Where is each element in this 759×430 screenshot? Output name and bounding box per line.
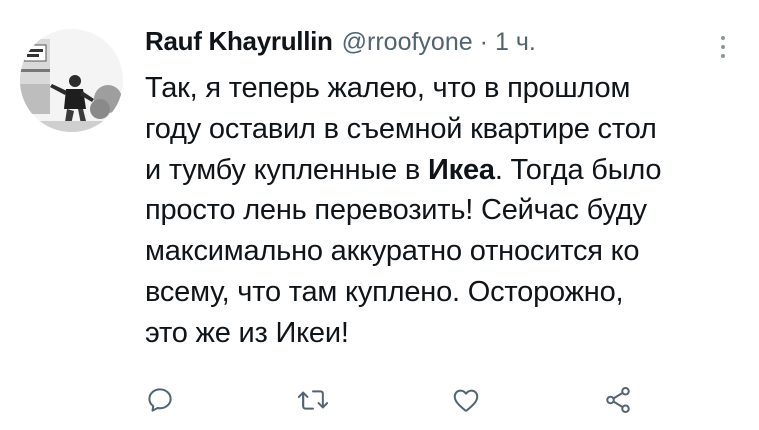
retweet-button[interactable] <box>293 382 333 418</box>
tweet-text-line: максимально аккуратно относится ко <box>145 235 640 268</box>
retweet-icon <box>297 390 329 410</box>
tweet-text-segment: . Тогда было <box>494 153 662 186</box>
avatar[interactable] <box>20 29 123 132</box>
tweet-text-line: просто лень перевозить! Сейчас буду <box>145 194 647 227</box>
tweet-text: Так, я теперь жалею, что в прошлом году … <box>145 68 755 354</box>
share-button[interactable] <box>598 382 638 418</box>
tweet[interactable]: Rauf Khayrullin @rroofyone · 1 ч. Так, я… <box>0 0 759 430</box>
tweet-text-bold: Икеа <box>427 153 495 186</box>
tweet-header: Rauf Khayrullin @rroofyone · 1 ч. <box>145 26 536 62</box>
reply-icon <box>148 388 172 412</box>
more-options-icon[interactable] <box>712 30 734 64</box>
tweet-text-line: и тумбу купленные в Икеа. Тогда было <box>145 150 755 191</box>
share-icon <box>606 387 630 413</box>
tweet-text-line: всему, что там куплено. Осторожно, <box>145 275 624 308</box>
tweet-text-line: Так, я теперь жалею, что в прошлом <box>145 72 631 104</box>
tweet-text-line: это же из Икеи! <box>145 316 349 349</box>
like-icon <box>453 389 479 412</box>
tweet-actions <box>0 382 759 418</box>
display-name[interactable]: Rauf Khayrullin <box>145 26 333 57</box>
like-button[interactable] <box>446 382 486 418</box>
tweet-timestamp[interactable]: 1 ч. <box>495 28 536 57</box>
avatar-image <box>20 29 123 132</box>
user-handle[interactable]: @rroofyone <box>342 28 473 57</box>
tweet-text-segment: и тумбу купленные в <box>145 153 428 186</box>
reply-button[interactable] <box>140 382 180 418</box>
header-separator: · <box>479 28 488 56</box>
tweet-text-line: году оставил в съемной квартире стол <box>145 112 657 145</box>
